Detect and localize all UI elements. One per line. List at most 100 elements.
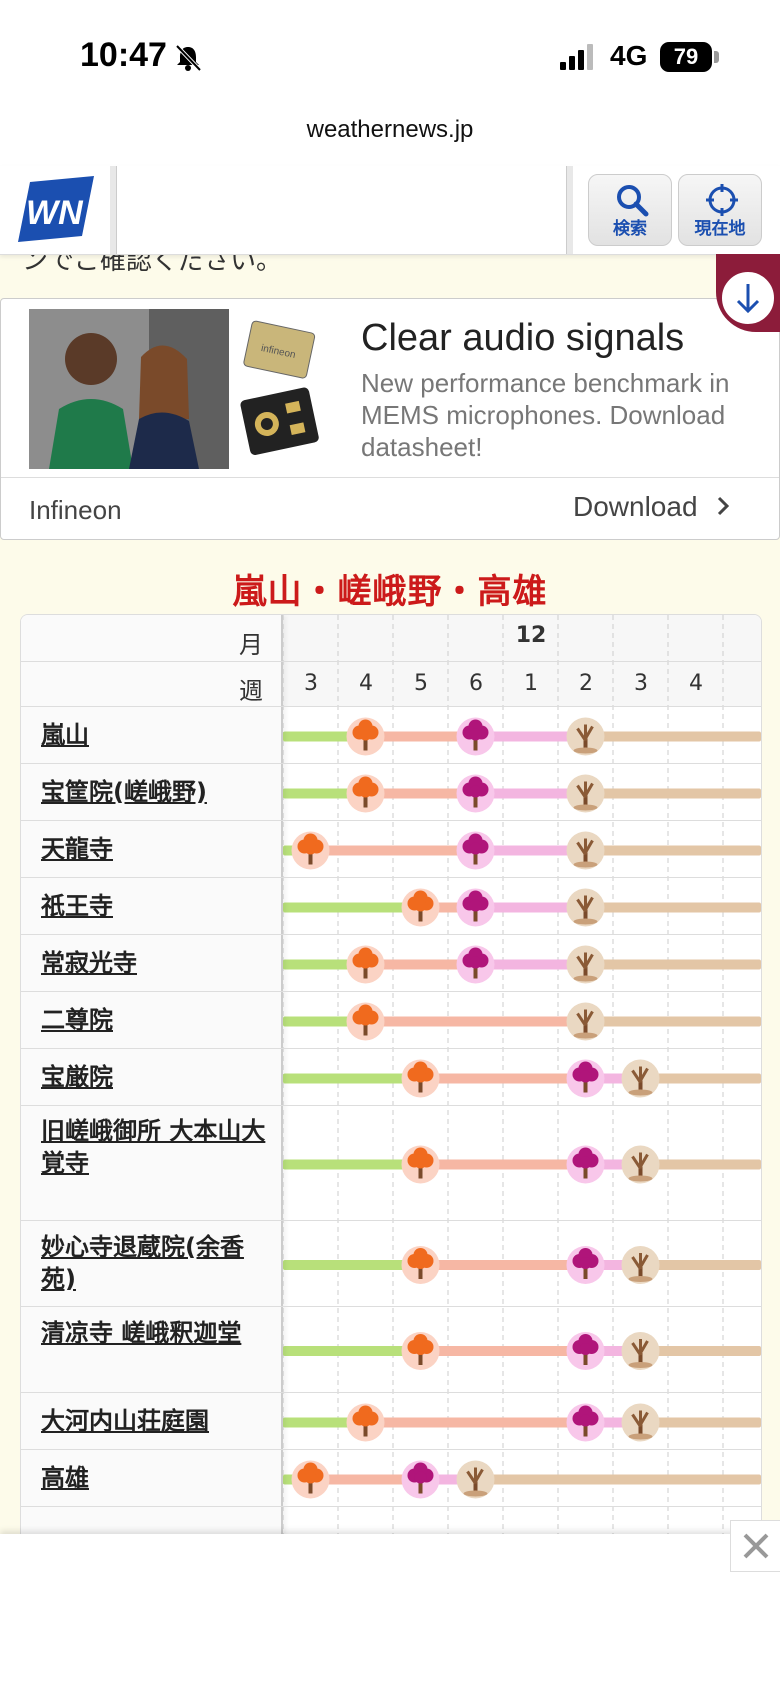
- search-label: 検索: [613, 219, 647, 239]
- network-type: 4G: [610, 40, 648, 71]
- table-row: [21, 820, 761, 821]
- bare-bar: [585, 845, 761, 856]
- weathernews-logo[interactable]: WN: [18, 176, 94, 242]
- ad-download-button[interactable]: Download: [573, 491, 733, 523]
- peak-bar: [420, 1159, 586, 1170]
- week-label: 4: [689, 671, 703, 696]
- current-location-button[interactable]: 現在地: [678, 174, 762, 246]
- cell-signal-icon: [560, 44, 593, 70]
- status-time: 10:47: [80, 36, 167, 74]
- bare-icon: [566, 888, 605, 927]
- page-content: ンでご確認ください。 infineon Clear audio signals …: [0, 254, 780, 1534]
- week-header: 週: [239, 677, 263, 705]
- table-row: [21, 877, 761, 878]
- peak-icon: [346, 717, 385, 756]
- advertisement[interactable]: infineon Clear audio signals New perform…: [0, 298, 780, 540]
- spot-name-link[interactable]: 天龍寺: [41, 833, 271, 865]
- header-row-line: [21, 706, 761, 707]
- spot-name-link[interactable]: 常寂光寺: [41, 947, 271, 979]
- peak-bar: [420, 1073, 586, 1084]
- bare-icon: [621, 1145, 660, 1184]
- header-row-line: [21, 661, 761, 662]
- peak-icon: [401, 1332, 440, 1370]
- section-title: 嵐山・嵯峨野・高雄: [232, 572, 548, 612]
- month-label: 12: [515, 623, 547, 648]
- peak-bar: [420, 1260, 586, 1270]
- header-divider: [566, 166, 573, 254]
- bare-icon: [566, 831, 605, 870]
- growing-bar: [283, 1073, 421, 1084]
- spot-name-link[interactable]: 宝厳院: [41, 1061, 271, 1093]
- table-row: [21, 763, 761, 764]
- spot-name-link[interactable]: 二尊院: [41, 1004, 271, 1036]
- spot-name-link[interactable]: 大河内山荘庭園: [41, 1405, 271, 1437]
- bare-icon: [566, 945, 605, 984]
- week-label: 6: [469, 671, 483, 696]
- badge-circle: [720, 270, 776, 326]
- table-row: [21, 991, 761, 992]
- search-button[interactable]: 検索: [588, 174, 672, 246]
- peak-icon: [401, 1246, 440, 1284]
- bare-icon: [456, 1460, 495, 1499]
- silent-bell-icon: [175, 44, 202, 72]
- close-icon: [743, 1533, 769, 1559]
- mems-chips-image: infineon: [240, 320, 319, 455]
- growing-bar: [283, 1159, 421, 1170]
- ad-brand: Infineon: [29, 495, 122, 525]
- falling-icon: [566, 1403, 605, 1442]
- bare-icon: [621, 1403, 660, 1442]
- bottom-ad-area: [0, 1534, 780, 1691]
- foliage-forecast-table: 月週 12 3 4 5 6 1 2 3 4 嵐山 宝筐院(嵯峨野) 天龍寺 祇王寺 常寂光寺 二尊院 宝厳院 旧嵯…: [20, 614, 762, 1534]
- bare-icon: [566, 717, 605, 756]
- falling-icon: [456, 831, 495, 870]
- spot-name-link[interactable]: 高雄: [41, 1462, 271, 1494]
- bare-icon: [566, 774, 605, 813]
- spot-name-link[interactable]: 祇王寺: [41, 890, 271, 922]
- week-label: 4: [359, 671, 373, 696]
- spot-name-link[interactable]: 宝筐院(嵯峨野): [41, 776, 271, 808]
- table-row: [21, 1220, 761, 1221]
- search-icon: [617, 185, 649, 217]
- bare-bar: [585, 788, 761, 799]
- ad-title: Clear audio signals: [361, 317, 685, 359]
- week-label: 3: [634, 671, 648, 696]
- svg-text:WN: WN: [26, 194, 84, 232]
- week-label: 3: [304, 671, 318, 696]
- peak-bar: [310, 845, 476, 856]
- bare-bar: [585, 959, 761, 970]
- chevron-right-icon: [718, 496, 730, 516]
- arrow-down-icon: [736, 284, 760, 314]
- location-label: 現在地: [694, 219, 746, 239]
- spot-name-link[interactable]: 嵐山: [41, 719, 271, 751]
- bare-bar: [585, 731, 761, 742]
- falling-icon: [566, 1246, 605, 1284]
- spot-name-link[interactable]: 旧嵯峨御所 大本山大覚寺: [41, 1115, 271, 1179]
- falling-icon: [456, 945, 495, 984]
- table-row: [21, 934, 761, 935]
- bare-bar: [585, 1016, 761, 1027]
- month-header: 月: [239, 631, 263, 659]
- ad-subtitle: New performance benchmark in MEMS microp…: [361, 368, 730, 462]
- peak-bar: [420, 1346, 586, 1356]
- table-row: [21, 1105, 761, 1106]
- ad-divider: [1, 477, 779, 478]
- ad-cta-label: Download: [573, 491, 698, 522]
- scroll-down-badge[interactable]: [716, 254, 780, 332]
- week-label: 2: [579, 671, 593, 696]
- falling-icon: [456, 888, 495, 927]
- battery-icon: 79: [660, 42, 712, 72]
- spot-name-link[interactable]: 妙心寺退蔵院(余香苑): [41, 1231, 271, 1295]
- peak-bar: [365, 1417, 586, 1428]
- spot-name-link[interactable]: 清凉寺 嵯峨釈迦堂: [41, 1317, 271, 1349]
- peak-icon: [291, 1460, 330, 1499]
- peak-bar: [365, 1016, 586, 1027]
- table-row: [21, 1449, 761, 1450]
- close-ad-button[interactable]: [730, 1520, 780, 1572]
- growing-bar: [283, 902, 421, 913]
- peak-icon: [346, 945, 385, 984]
- falling-icon: [456, 774, 495, 813]
- truncated-text: ンでご確認ください。: [22, 254, 283, 276]
- bare-bar: [585, 902, 761, 913]
- url-bar[interactable]: weathernews.jp: [0, 116, 780, 144]
- peak-icon: [346, 774, 385, 813]
